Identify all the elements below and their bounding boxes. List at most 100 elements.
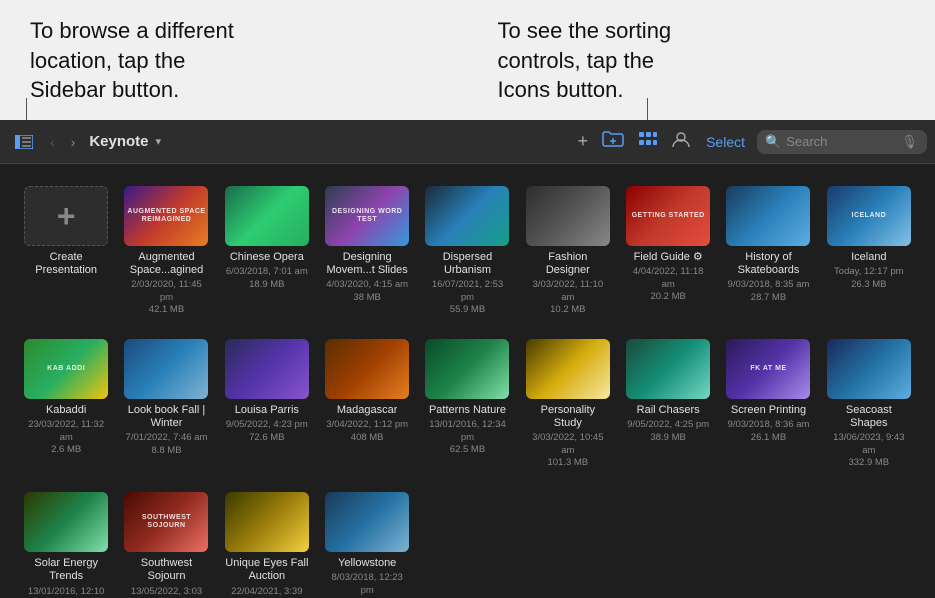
select-button[interactable]: Select [700, 132, 751, 152]
file-grid: +Create PresentationAUGMENTED SPACE REIM… [20, 180, 915, 598]
add-button[interactable]: + [574, 127, 593, 156]
item-size-madagascar: 408 MB [351, 432, 384, 443]
item-date-history: 9/03/2018, 8:35 am [728, 279, 810, 291]
item-date-patterns: 13/01/2016, 12:34 pm [425, 419, 509, 444]
item-date-southwest: 13/05/2022, 3:03 pm [124, 586, 208, 598]
item-date-lookbook: 7/01/2022, 7:46 am [126, 432, 208, 444]
grid-item-iceland[interactable]: ICELAND Iceland Today, 12:17 pm26.3 MB [823, 180, 915, 321]
search-input[interactable] [786, 134, 896, 149]
thumbnail-field: GETTING STARTED [626, 186, 710, 246]
thumbnail-designing: DESIGNING WORD TEST [325, 186, 409, 246]
sidebar-button[interactable] [8, 128, 40, 156]
grid-item-history[interactable]: History of Skateboards 9/03/2018, 8:35 am… [722, 180, 814, 321]
item-title-fashion: Fashion Designer [526, 251, 610, 277]
item-size-seacoast: 332.9 MB [848, 457, 889, 468]
grid-view-button[interactable] [634, 127, 662, 156]
item-date-rail: 9/05/2022, 4:25 pm [627, 419, 709, 431]
grid-item-lookbook[interactable]: Look book Fall | Winter 7/01/2022, 7:46 a… [120, 333, 212, 474]
annotation-area: To browse a differentlocation, tap theSi… [0, 0, 935, 120]
grid-item-rail[interactable]: Rail Chasers9/05/2022, 4:25 pm38.9 MB [622, 333, 714, 474]
grid-item-southwest[interactable]: SOUTHWEST SOJOURNSouthwest Sojourn13/05/… [120, 486, 212, 598]
grid-item-augmented[interactable]: AUGMENTED SPACE REIMAGINED Augmented Spac… [120, 180, 212, 321]
item-date-designing: 4/03/2020, 4:15 am [326, 279, 408, 291]
thumbnail-personality [526, 339, 610, 399]
grid-item-field[interactable]: GETTING STARTEDField Guide ⚙4/04/2022, 1… [622, 180, 714, 321]
content-area: +Create PresentationAUGMENTED SPACE REIM… [0, 164, 935, 598]
item-title-field: Field Guide ⚙ [634, 251, 703, 264]
item-title-madagascar: Madagascar [337, 404, 398, 417]
item-size-screen: 26.1 MB [751, 432, 786, 443]
item-title-kabaddi: Kabaddi [46, 404, 86, 417]
item-title-lookbook: Look book Fall | Winter [124, 404, 208, 430]
thumbnail-chinese [225, 186, 309, 246]
plus-icon: + [578, 131, 589, 152]
thumbnail-iceland: ICELAND [827, 186, 911, 246]
item-size-patterns: 62.5 MB [450, 444, 485, 455]
grid-item-patterns[interactable]: Patterns Nature 13/01/2016, 12:34 pm62.5 … [421, 333, 513, 474]
item-title-southwest: Southwest Sojourn [124, 557, 208, 583]
search-bar: 🔍 🎙 [757, 130, 927, 154]
grid-item-solar[interactable]: Solar Energy Trends13/01/2016, 12:10 pm1… [20, 486, 112, 598]
grid-item-seacoast[interactable]: Seacoast Shapes13/06/2023, 9:43 am332.9 … [823, 333, 915, 474]
grid-item-personality[interactable]: Personality Study3/03/2022, 10:45 am101.… [522, 333, 614, 474]
item-title-history: History of Skateboards [726, 251, 810, 277]
item-date-augmented: 2/03/2020, 11:45 pm [124, 279, 208, 304]
item-size-field: 20.2 MB [650, 291, 685, 302]
toolbar: ‹ › Keynote ▾ + [0, 120, 935, 164]
item-date-iceland: Today, 12:17 pm [834, 266, 904, 278]
mic-icon[interactable]: 🎙 [901, 134, 918, 150]
grid-item-louisa[interactable]: Louisa Parris9/05/2022, 4:23 pm72.6 MB [221, 333, 313, 474]
thumbnail-create: + [24, 186, 108, 246]
item-size-augmented: 42.1 MB [149, 304, 184, 315]
forward-button[interactable]: › [65, 130, 82, 154]
item-date-louisa: 9/05/2022, 4:23 pm [226, 419, 308, 431]
breadcrumb: Keynote ▾ [85, 131, 569, 152]
item-title-screen: Screen Printing [731, 404, 806, 417]
grid-item-dispersed[interactable]: Dispersed Urbanism16/07/2021, 2:53 pm55.… [421, 180, 513, 321]
item-title-augmented: Augmented Space...agined [124, 251, 208, 277]
toolbar-right: + [574, 126, 927, 157]
item-size-personality: 101.3 MB [547, 457, 588, 468]
item-title-patterns: Patterns Nature [429, 404, 506, 417]
grid-item-yellowstone[interactable]: Yellowstone8/03/2018, 12:23 pm236.5 MB [321, 486, 413, 598]
item-title-chinese: Chinese Opera [230, 251, 304, 264]
thumbnail-louisa [225, 339, 309, 399]
grid-item-designing[interactable]: DESIGNING WORD TESTDesigning Movem...t S… [321, 180, 413, 321]
item-size-history: 28.7 MB [751, 292, 786, 303]
item-title-louisa: Louisa Parris [235, 404, 299, 417]
breadcrumb-keynote[interactable]: Keynote [85, 131, 152, 152]
item-date-seacoast: 13/06/2023, 9:43 am [827, 432, 911, 457]
person-icon [672, 130, 690, 153]
grid-item-unique[interactable]: Unique Eyes Fall Auction22/04/2021, 3:39… [221, 486, 313, 598]
item-title-iceland: Iceland [851, 251, 886, 264]
thumbnail-fashion [526, 186, 610, 246]
grid-item-fashion[interactable]: Fashion Designer3/03/2022, 11:10 am10.2 … [522, 180, 614, 321]
search-icon: 🔍 [765, 134, 781, 150]
item-date-dispersed: 16/07/2021, 2:53 pm [425, 279, 509, 304]
thumbnail-augmented: AUGMENTED SPACE REIMAGINED [124, 186, 208, 246]
annotation-left: To browse a differentlocation, tap theSi… [30, 12, 438, 105]
grid-item-kabaddi[interactable]: KAB ADDIKabaddi23/03/2022, 11:32 am2.6 M… [20, 333, 112, 474]
item-title-solar: Solar Energy Trends [24, 557, 108, 583]
item-title-yellowstone: Yellowstone [338, 557, 396, 570]
item-size-dispersed: 55.9 MB [450, 304, 485, 315]
account-button[interactable] [668, 126, 694, 157]
back-icon: ‹ [50, 134, 55, 150]
chevron-down-icon: ▾ [156, 135, 162, 148]
item-size-kabaddi: 2.6 MB [51, 444, 81, 455]
grid-item-madagascar[interactable]: Madagascar3/04/2022, 1:12 pm408 MB [321, 333, 413, 474]
thumbnail-rail [626, 339, 710, 399]
grid-item-chinese[interactable]: Chinese Opera6/03/2018, 7:01 am18.9 MB [221, 180, 313, 321]
item-date-solar: 13/01/2016, 12:10 pm [24, 586, 108, 598]
item-title-unique: Unique Eyes Fall Auction [225, 557, 309, 583]
grid-item-screen[interactable]: FK AT MEScreen Printing9/03/2018, 8:36 a… [722, 333, 814, 474]
folder-plus-icon [602, 130, 624, 153]
item-date-fashion: 3/03/2022, 11:10 am [526, 279, 610, 304]
grid-item-create[interactable]: +Create Presentation [20, 180, 112, 321]
back-button[interactable]: ‹ [44, 130, 61, 154]
thumbnail-lookbook [124, 339, 208, 399]
thumbnail-madagascar [325, 339, 409, 399]
thumbnail-unique [225, 492, 309, 552]
new-folder-button[interactable] [598, 126, 628, 157]
item-size-iceland: 26.3 MB [851, 279, 886, 290]
